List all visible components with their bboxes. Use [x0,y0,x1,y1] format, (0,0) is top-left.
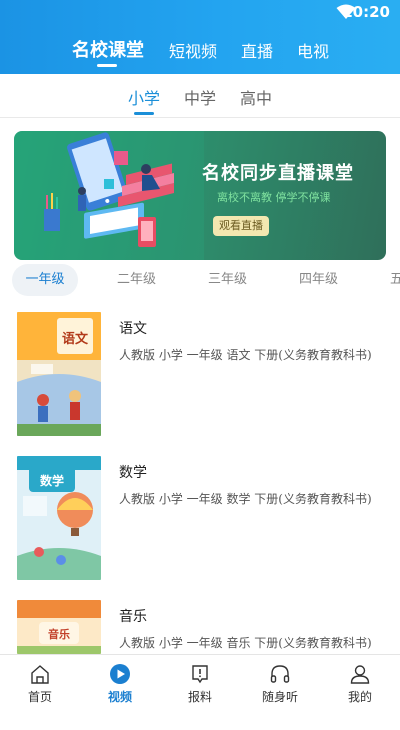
live-class-banner[interactable]: 名校同步直播课堂 离校不离教 停学不停课 观看直播 [14,131,386,260]
list-item[interactable]: 数学 数学 人教版 小学 一年级 数学 下册(义务教育教科书) [0,456,400,586]
school-level-tabs: 小学 中学 高中 [0,74,400,118]
list-item[interactable]: 语文 语文 人教版 小学 一年级 语文 下册(义务教育教科书) [0,312,400,442]
top-nav-active-indicator [97,64,117,67]
top-nav: 名校课堂 短视频 直播 电视 [0,36,400,67]
cover-title-chinese: 语文 [62,331,89,347]
book-title: 音乐 [119,609,147,625]
tab-grade-5[interactable]: 五 [390,264,400,296]
headphones-icon [270,665,290,683]
top-nav-school-class[interactable]: 名校课堂 [72,36,144,62]
cover-title-math: 数学 [40,473,64,488]
tab-grade-2[interactable]: 二年级 [117,264,156,296]
play-icon [110,664,130,684]
watch-live-button[interactable]: 观看直播 [213,216,269,236]
status-time: 10:20 [342,3,390,21]
status-bar: 10:20 [0,0,400,26]
bottom-nav-label: 首页 [27,690,52,704]
bottom-nav: 首页 视频 报料 随身听 我的 [0,654,400,711]
top-nav-short-video[interactable]: 短视频 [169,38,217,62]
book-cover-music: 音乐 [17,600,101,654]
book-cover-chinese: 语文 [17,312,101,436]
book-title: 语文 [119,321,147,337]
banner-title: 名校同步直播课堂 [202,163,354,184]
bottom-nav-label: 报料 [187,690,212,704]
book-description: 人教版 小学 一年级 音乐 下册(义务教育教科书) [119,636,372,650]
tab-grade-4[interactable]: 四年级 [299,264,338,296]
bottom-nav-label: 视频 [107,690,132,704]
bottom-nav-listen[interactable]: 随身听 [250,663,310,705]
bottom-nav-label: 我的 [347,690,372,704]
book-title: 数学 [119,465,147,481]
bottom-nav-profile[interactable]: 我的 [330,663,390,705]
top-nav-live[interactable]: 直播 [241,38,273,62]
home-icon [31,665,49,684]
tab-primary[interactable]: 小学 [128,85,160,109]
book-cover-math: 数学 [17,456,101,580]
book-description: 人教版 小学 一年级 数学 下册(义务教育教科书) [119,492,372,506]
tab-middle[interactable]: 中学 [184,85,216,109]
grade-year-tabs: 一年级 二年级 三年级 四年级 五 [0,264,400,300]
bottom-nav-video[interactable]: 视频 [90,663,150,705]
tab-grade-1[interactable]: 一年级 [12,264,78,296]
banner-subtitle: 离校不离教 停学不停课 [217,191,331,204]
bottom-nav-label: 随身听 [261,690,298,704]
app-header: 10:20 名校课堂 短视频 直播 电视 [0,0,400,74]
cover-title-music: 音乐 [48,627,70,641]
tab-active-indicator [134,112,154,115]
report-icon [192,665,208,684]
bottom-nav-home[interactable]: 首页 [10,663,70,705]
tab-grade-3[interactable]: 三年级 [208,264,247,296]
tab-high[interactable]: 高中 [240,85,272,109]
book-description: 人教版 小学 一年级 语文 下册(义务教育教科书) [119,348,372,362]
bottom-nav-report[interactable]: 报料 [170,663,230,705]
top-nav-tv[interactable]: 电视 [297,38,329,62]
user-icon [350,665,370,684]
